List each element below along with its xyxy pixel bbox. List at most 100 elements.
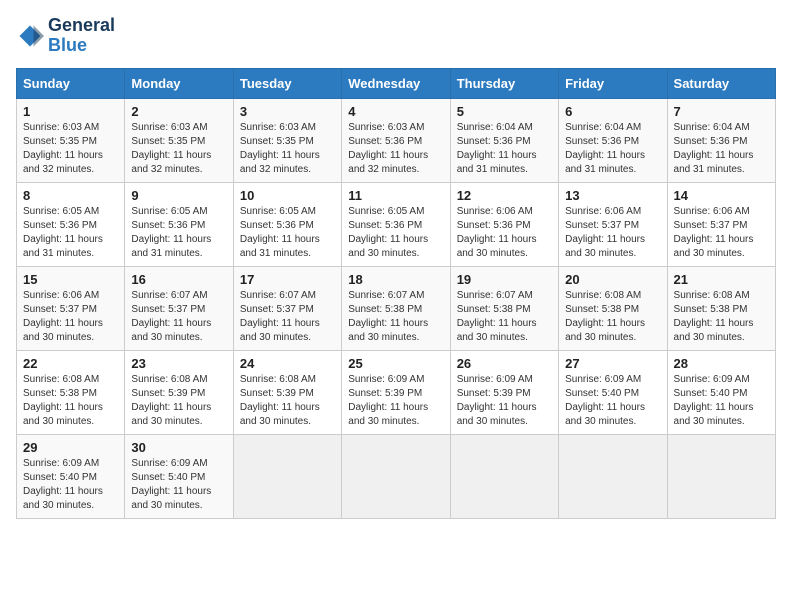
calendar-cell: 30 Sunrise: 6:09 AM Sunset: 5:40 PM Dayl… (125, 434, 233, 518)
day-number: 5 (457, 104, 552, 119)
calendar-cell: 3 Sunrise: 6:03 AM Sunset: 5:35 PM Dayli… (233, 98, 341, 182)
logo-general: General (48, 16, 115, 36)
calendar-cell: 10 Sunrise: 6:05 AM Sunset: 5:36 PM Dayl… (233, 182, 341, 266)
calendar-cell: 26 Sunrise: 6:09 AM Sunset: 5:39 PM Dayl… (450, 350, 558, 434)
calendar-cell: 6 Sunrise: 6:04 AM Sunset: 5:36 PM Dayli… (559, 98, 667, 182)
calendar-cell: 19 Sunrise: 6:07 AM Sunset: 5:38 PM Dayl… (450, 266, 558, 350)
day-number: 27 (565, 356, 660, 371)
day-number: 6 (565, 104, 660, 119)
calendar-week-row: 15 Sunrise: 6:06 AM Sunset: 5:37 PM Dayl… (17, 266, 776, 350)
calendar-cell: 23 Sunrise: 6:08 AM Sunset: 5:39 PM Dayl… (125, 350, 233, 434)
calendar-cell (559, 434, 667, 518)
day-number: 23 (131, 356, 226, 371)
col-header-friday: Friday (559, 68, 667, 98)
calendar-cell: 5 Sunrise: 6:04 AM Sunset: 5:36 PM Dayli… (450, 98, 558, 182)
day-info: Sunrise: 6:09 AM Sunset: 5:40 PM Dayligh… (131, 457, 226, 513)
day-number: 22 (23, 356, 118, 371)
day-info: Sunrise: 6:07 AM Sunset: 5:37 PM Dayligh… (240, 289, 335, 345)
calendar-cell: 9 Sunrise: 6:05 AM Sunset: 5:36 PM Dayli… (125, 182, 233, 266)
day-info: Sunrise: 6:07 AM Sunset: 5:38 PM Dayligh… (457, 289, 552, 345)
day-number: 7 (674, 104, 769, 119)
day-number: 15 (23, 272, 118, 287)
day-info: Sunrise: 6:05 AM Sunset: 5:36 PM Dayligh… (240, 205, 335, 261)
calendar-cell: 25 Sunrise: 6:09 AM Sunset: 5:39 PM Dayl… (342, 350, 450, 434)
day-info: Sunrise: 6:09 AM Sunset: 5:40 PM Dayligh… (23, 457, 118, 513)
day-info: Sunrise: 6:06 AM Sunset: 5:36 PM Dayligh… (457, 205, 552, 261)
calendar-cell: 17 Sunrise: 6:07 AM Sunset: 5:37 PM Dayl… (233, 266, 341, 350)
calendar-week-row: 22 Sunrise: 6:08 AM Sunset: 5:38 PM Dayl… (17, 350, 776, 434)
day-info: Sunrise: 6:09 AM Sunset: 5:40 PM Dayligh… (674, 373, 769, 429)
logo-blue: Blue (48, 36, 115, 56)
day-number: 3 (240, 104, 335, 119)
day-number: 11 (348, 188, 443, 203)
day-info: Sunrise: 6:04 AM Sunset: 5:36 PM Dayligh… (457, 121, 552, 177)
day-info: Sunrise: 6:08 AM Sunset: 5:38 PM Dayligh… (23, 373, 118, 429)
calendar-cell: 28 Sunrise: 6:09 AM Sunset: 5:40 PM Dayl… (667, 350, 775, 434)
day-number: 20 (565, 272, 660, 287)
day-number: 29 (23, 440, 118, 455)
day-info: Sunrise: 6:08 AM Sunset: 5:38 PM Dayligh… (565, 289, 660, 345)
day-info: Sunrise: 6:05 AM Sunset: 5:36 PM Dayligh… (131, 205, 226, 261)
calendar-cell (233, 434, 341, 518)
calendar-table: SundayMondayTuesdayWednesdayThursdayFrid… (16, 68, 776, 519)
calendar-cell: 22 Sunrise: 6:08 AM Sunset: 5:38 PM Dayl… (17, 350, 125, 434)
day-info: Sunrise: 6:06 AM Sunset: 5:37 PM Dayligh… (674, 205, 769, 261)
day-number: 12 (457, 188, 552, 203)
calendar-cell: 24 Sunrise: 6:08 AM Sunset: 5:39 PM Dayl… (233, 350, 341, 434)
day-number: 1 (23, 104, 118, 119)
day-number: 9 (131, 188, 226, 203)
day-number: 21 (674, 272, 769, 287)
calendar-cell (450, 434, 558, 518)
col-header-tuesday: Tuesday (233, 68, 341, 98)
day-info: Sunrise: 6:06 AM Sunset: 5:37 PM Dayligh… (565, 205, 660, 261)
day-number: 14 (674, 188, 769, 203)
day-info: Sunrise: 6:03 AM Sunset: 5:36 PM Dayligh… (348, 121, 443, 177)
day-number: 2 (131, 104, 226, 119)
calendar-cell: 20 Sunrise: 6:08 AM Sunset: 5:38 PM Dayl… (559, 266, 667, 350)
day-info: Sunrise: 6:06 AM Sunset: 5:37 PM Dayligh… (23, 289, 118, 345)
col-header-saturday: Saturday (667, 68, 775, 98)
calendar-cell: 27 Sunrise: 6:09 AM Sunset: 5:40 PM Dayl… (559, 350, 667, 434)
calendar-cell: 21 Sunrise: 6:08 AM Sunset: 5:38 PM Dayl… (667, 266, 775, 350)
day-number: 25 (348, 356, 443, 371)
calendar-cell (667, 434, 775, 518)
day-info: Sunrise: 6:03 AM Sunset: 5:35 PM Dayligh… (240, 121, 335, 177)
day-number: 28 (674, 356, 769, 371)
day-number: 8 (23, 188, 118, 203)
calendar-cell: 16 Sunrise: 6:07 AM Sunset: 5:37 PM Dayl… (125, 266, 233, 350)
day-number: 19 (457, 272, 552, 287)
calendar-header-row: SundayMondayTuesdayWednesdayThursdayFrid… (17, 68, 776, 98)
day-info: Sunrise: 6:03 AM Sunset: 5:35 PM Dayligh… (23, 121, 118, 177)
day-number: 4 (348, 104, 443, 119)
calendar-cell: 18 Sunrise: 6:07 AM Sunset: 5:38 PM Dayl… (342, 266, 450, 350)
calendar-cell: 1 Sunrise: 6:03 AM Sunset: 5:35 PM Dayli… (17, 98, 125, 182)
calendar-week-row: 29 Sunrise: 6:09 AM Sunset: 5:40 PM Dayl… (17, 434, 776, 518)
calendar-cell: 7 Sunrise: 6:04 AM Sunset: 5:36 PM Dayli… (667, 98, 775, 182)
day-info: Sunrise: 6:04 AM Sunset: 5:36 PM Dayligh… (565, 121, 660, 177)
day-number: 13 (565, 188, 660, 203)
calendar-cell: 14 Sunrise: 6:06 AM Sunset: 5:37 PM Dayl… (667, 182, 775, 266)
calendar-cell: 29 Sunrise: 6:09 AM Sunset: 5:40 PM Dayl… (17, 434, 125, 518)
col-header-thursday: Thursday (450, 68, 558, 98)
calendar-cell: 8 Sunrise: 6:05 AM Sunset: 5:36 PM Dayli… (17, 182, 125, 266)
day-info: Sunrise: 6:09 AM Sunset: 5:40 PM Dayligh… (565, 373, 660, 429)
col-header-wednesday: Wednesday (342, 68, 450, 98)
calendar-week-row: 8 Sunrise: 6:05 AM Sunset: 5:36 PM Dayli… (17, 182, 776, 266)
day-info: Sunrise: 6:07 AM Sunset: 5:37 PM Dayligh… (131, 289, 226, 345)
calendar-week-row: 1 Sunrise: 6:03 AM Sunset: 5:35 PM Dayli… (17, 98, 776, 182)
calendar-cell: 15 Sunrise: 6:06 AM Sunset: 5:37 PM Dayl… (17, 266, 125, 350)
calendar-cell (342, 434, 450, 518)
col-header-sunday: Sunday (17, 68, 125, 98)
day-number: 16 (131, 272, 226, 287)
day-info: Sunrise: 6:08 AM Sunset: 5:39 PM Dayligh… (131, 373, 226, 429)
day-info: Sunrise: 6:08 AM Sunset: 5:38 PM Dayligh… (674, 289, 769, 345)
day-number: 10 (240, 188, 335, 203)
page-header: General Blue (16, 16, 776, 56)
day-number: 30 (131, 440, 226, 455)
day-info: Sunrise: 6:03 AM Sunset: 5:35 PM Dayligh… (131, 121, 226, 177)
calendar-cell: 13 Sunrise: 6:06 AM Sunset: 5:37 PM Dayl… (559, 182, 667, 266)
day-info: Sunrise: 6:05 AM Sunset: 5:36 PM Dayligh… (23, 205, 118, 261)
col-header-monday: Monday (125, 68, 233, 98)
logo-icon (16, 22, 44, 50)
logo: General Blue (16, 16, 115, 56)
